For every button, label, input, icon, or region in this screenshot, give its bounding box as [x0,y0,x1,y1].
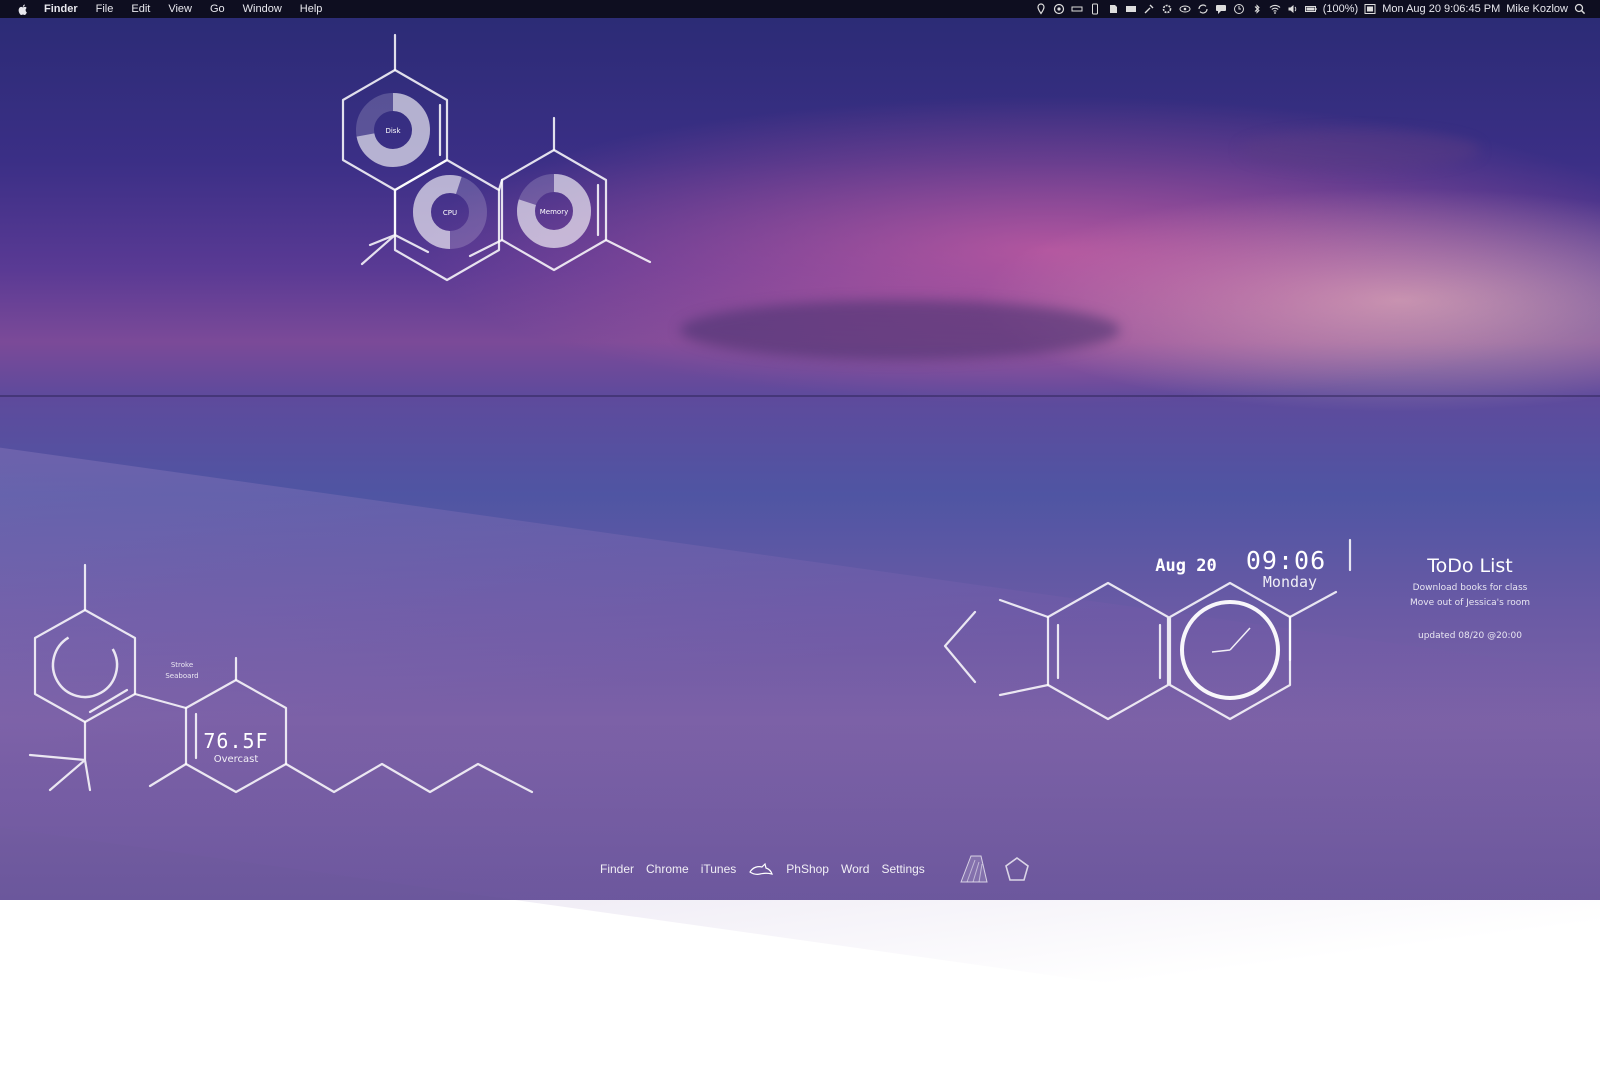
clock-hexagon-left [1046,581,1170,721]
cpu-ring: CPU [413,175,487,249]
weather-temperature: 76.5F [203,729,268,753]
clock-day: Monday [1263,573,1317,591]
weather-bonds [28,563,534,794]
clock-date: Aug 20 [1155,556,1216,576]
todo-item: Download books for class [1413,583,1528,593]
dock-item-photoshop[interactable]: PhShop [786,862,829,876]
dock-item-word[interactable]: Word [841,862,869,876]
memory-ring: Memory [517,174,591,248]
todo-item: Move out of Jessica's room [1410,598,1530,608]
weather-location-line2: Seaboard [165,672,198,680]
dock: Finder Chrome iTunes PhShop Word Setting… [600,852,1031,886]
todo-widget: ToDo List Download books for class Move … [1410,555,1530,641]
dock-item-settings[interactable]: Settings [881,862,924,876]
memory-label: Memory [540,208,568,216]
cat-icon[interactable] [748,862,774,876]
clock-content: Aug 20 09:06 Monday [1155,546,1326,700]
disk-ring: Disk [356,93,430,167]
todo-updated: updated 08/20 @20:00 [1418,631,1522,641]
dock-item-finder[interactable]: Finder [600,862,634,876]
clock-time: 09:06 [1246,546,1326,575]
weather-hexagon-icon [33,608,137,724]
pentagon-icon[interactable] [1003,855,1031,883]
todo-title: ToDo List [1426,555,1513,577]
weather-content: Stroke Seaboard 76.5F Overcast [51,631,268,765]
cpu-label: CPU [443,209,457,217]
weather-condition: Overcast [214,754,259,765]
analog-clock-icon [1180,600,1280,700]
desktop-widgets: Disk CPU Memory Stroke Seaboard 76.5F Ov… [28,33,1530,794]
weather-location-line1: Stroke [171,661,193,669]
dock-item-itunes[interactable]: iTunes [701,862,737,876]
weather-widget [28,563,534,794]
system-monitor-rings: Disk CPU Memory [356,93,591,249]
disk-label: Disk [385,127,401,135]
dock-item-chrome[interactable]: Chrome [646,862,689,876]
trash-icon[interactable] [957,852,991,886]
